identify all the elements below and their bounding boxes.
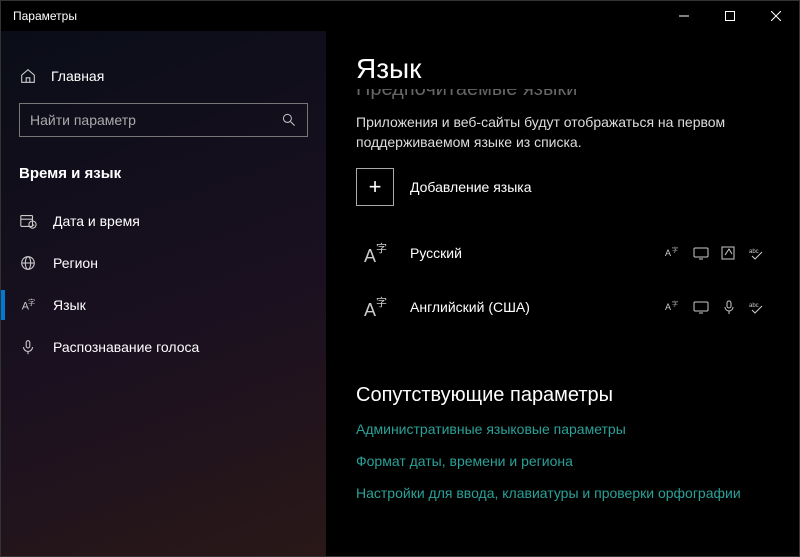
tts-icon: A字 xyxy=(665,299,681,315)
microphone-icon xyxy=(721,299,737,315)
home-label: Главная xyxy=(51,68,104,84)
globe-icon xyxy=(19,254,37,272)
sidebar-item-label: Дата и время xyxy=(53,213,140,229)
handwrite-icon xyxy=(721,245,737,261)
page-title: Язык xyxy=(356,53,769,85)
svg-text:abc: abc xyxy=(749,249,759,255)
language-feature-icons: A字 abc xyxy=(665,245,765,261)
language-feature-icons: A字 abc xyxy=(665,299,765,315)
language-item-english-us[interactable]: A字 Английский (США) A字 abc xyxy=(356,280,769,334)
link-input-keyboard[interactable]: Настройки для ввода, клавиатуры и провер… xyxy=(356,485,769,501)
sidebar-item-language[interactable]: A字 Язык xyxy=(1,284,326,326)
svg-text:A: A xyxy=(364,300,376,320)
window-body: Главная Время и язык Дата и время Регион… xyxy=(1,31,799,556)
language-item-russian[interactable]: A字 Русский A字 abc xyxy=(356,226,769,280)
svg-text:A: A xyxy=(665,302,671,312)
svg-text:字: 字 xyxy=(376,241,387,255)
link-date-format[interactable]: Формат даты, времени и региона xyxy=(356,453,769,469)
spellcheck-icon: abc xyxy=(749,245,765,261)
sidebar-item-label: Распознавание голоса xyxy=(53,339,199,355)
language-glyph-icon: A字 xyxy=(360,236,394,270)
related-settings-title: Сопутствующие параметры xyxy=(356,384,769,407)
preferred-languages-description: Приложения и веб-сайты будут отображатьс… xyxy=(356,113,769,152)
sidebar-item-label: Регион xyxy=(53,255,98,271)
plus-icon: + xyxy=(356,168,394,206)
search-box[interactable] xyxy=(19,103,308,137)
sidebar-item-label: Язык xyxy=(53,297,86,313)
sidebar-item-region[interactable]: Регион xyxy=(1,242,326,284)
display-icon xyxy=(693,245,709,261)
search-input[interactable] xyxy=(30,112,281,128)
spellcheck-icon: abc xyxy=(749,299,765,315)
calendar-clock-icon xyxy=(19,212,37,230)
language-name: Английский (США) xyxy=(410,299,649,315)
link-admin-language[interactable]: Административные языковые параметры xyxy=(356,421,769,437)
svg-text:abc: abc xyxy=(749,303,759,309)
microphone-icon xyxy=(19,338,37,356)
svg-text:字: 字 xyxy=(376,295,387,309)
search-icon xyxy=(281,112,297,128)
svg-text:字: 字 xyxy=(672,246,678,254)
minimize-button[interactable] xyxy=(661,1,707,31)
nav: Дата и время Регион A字 Язык Распознавани… xyxy=(1,200,326,368)
settings-window: Параметры Главная Время и язык Дата и вр… xyxy=(0,0,800,557)
add-language-button[interactable]: + Добавление языка xyxy=(356,168,769,206)
window-title: Параметры xyxy=(13,9,77,23)
language-glyph-icon: A字 xyxy=(360,290,394,324)
home-icon xyxy=(19,67,37,85)
display-icon xyxy=(693,299,709,315)
svg-text:A: A xyxy=(364,246,376,266)
window-controls xyxy=(661,1,799,31)
svg-text:A: A xyxy=(665,248,671,258)
maximize-button[interactable] xyxy=(707,1,753,31)
add-language-label: Добавление языка xyxy=(410,179,532,195)
close-button[interactable] xyxy=(753,1,799,31)
main-panel: Язык Предпочитаемые языки Приложения и в… xyxy=(326,31,799,556)
home-button[interactable]: Главная xyxy=(1,59,326,103)
svg-text:字: 字 xyxy=(672,300,678,308)
section-heading-preferred: Предпочитаемые языки xyxy=(356,89,769,99)
tts-icon: A字 xyxy=(665,245,681,261)
sidebar: Главная Время и язык Дата и время Регион… xyxy=(1,31,326,556)
category-title: Время и язык xyxy=(1,155,326,200)
language-name: Русский xyxy=(410,245,649,261)
titlebar: Параметры xyxy=(1,1,799,31)
sidebar-item-speech[interactable]: Распознавание голоса xyxy=(1,326,326,368)
language-icon: A字 xyxy=(19,296,37,314)
svg-text:字: 字 xyxy=(28,298,35,307)
sidebar-item-date-time[interactable]: Дата и время xyxy=(1,200,326,242)
